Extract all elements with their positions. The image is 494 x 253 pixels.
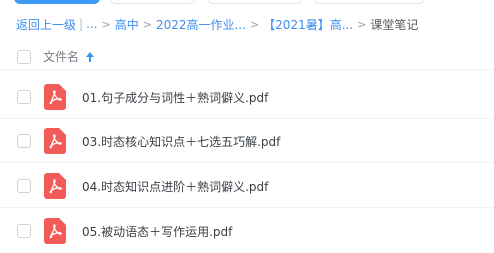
file-row[interactable]: 05.被动语态＋写作运用.pdf: [0, 209, 494, 253]
select-all-checkbox[interactable]: [17, 49, 31, 64]
toolbar-button-3[interactable]: [207, 0, 303, 4]
breadcrumb-item-homework[interactable]: 2022高一作业...: [156, 16, 246, 33]
row-checkbox[interactable]: [17, 179, 31, 193]
chevron-right-icon: >: [101, 17, 111, 31]
file-row[interactable]: 01.句子成分与词性＋熟词僻义.pdf: [0, 75, 494, 119]
pdf-icon: [44, 84, 66, 110]
toolbar-primary-button[interactable]: [14, 0, 100, 4]
chevron-right-icon: >: [142, 17, 152, 31]
breadcrumb: 返回上一级 | ... > 高中 > 2022高一作业... > 【2021暑】…: [16, 16, 418, 32]
sort-ascending-icon[interactable]: [85, 50, 95, 64]
pdf-icon: [44, 128, 66, 154]
breadcrumb-divider: |: [79, 17, 84, 31]
file-row[interactable]: 04.时态知识点进阶＋熟词僻义.pdf: [0, 164, 494, 208]
toolbar: [0, 0, 494, 6]
file-name[interactable]: 01.句子成分与词性＋熟词僻义.pdf: [82, 89, 268, 106]
file-name[interactable]: 05.被动语态＋写作运用.pdf: [82, 223, 232, 240]
row-checkbox[interactable]: [17, 90, 31, 104]
list-header: 文件名: [0, 44, 494, 70]
breadcrumb-ellipsis[interactable]: ...: [86, 17, 97, 31]
chevron-right-icon: >: [249, 17, 260, 31]
row-checkbox[interactable]: [17, 224, 31, 238]
file-name[interactable]: 03.时态核心知识点＋七选五巧解.pdf: [82, 133, 280, 150]
file-row[interactable]: 03.时态核心知识点＋七选五巧解.pdf: [0, 119, 494, 163]
toolbar-button-4[interactable]: [313, 0, 425, 4]
row-checkbox[interactable]: [17, 134, 31, 148]
pdf-icon: [44, 173, 66, 199]
chevron-right-icon: >: [357, 17, 367, 31]
column-header-filename[interactable]: 文件名: [43, 48, 79, 65]
pdf-icon: [44, 218, 66, 244]
file-name[interactable]: 04.时态知识点进阶＋熟词僻义.pdf: [82, 178, 268, 195]
back-link[interactable]: 返回上一级: [16, 16, 76, 33]
toolbar-button-2[interactable]: [110, 0, 196, 4]
breadcrumb-item-high-school[interactable]: 高中: [115, 16, 139, 33]
breadcrumb-item-summer[interactable]: 【2021暑】高...: [263, 16, 353, 33]
breadcrumb-current: 课堂笔记: [370, 17, 419, 32]
